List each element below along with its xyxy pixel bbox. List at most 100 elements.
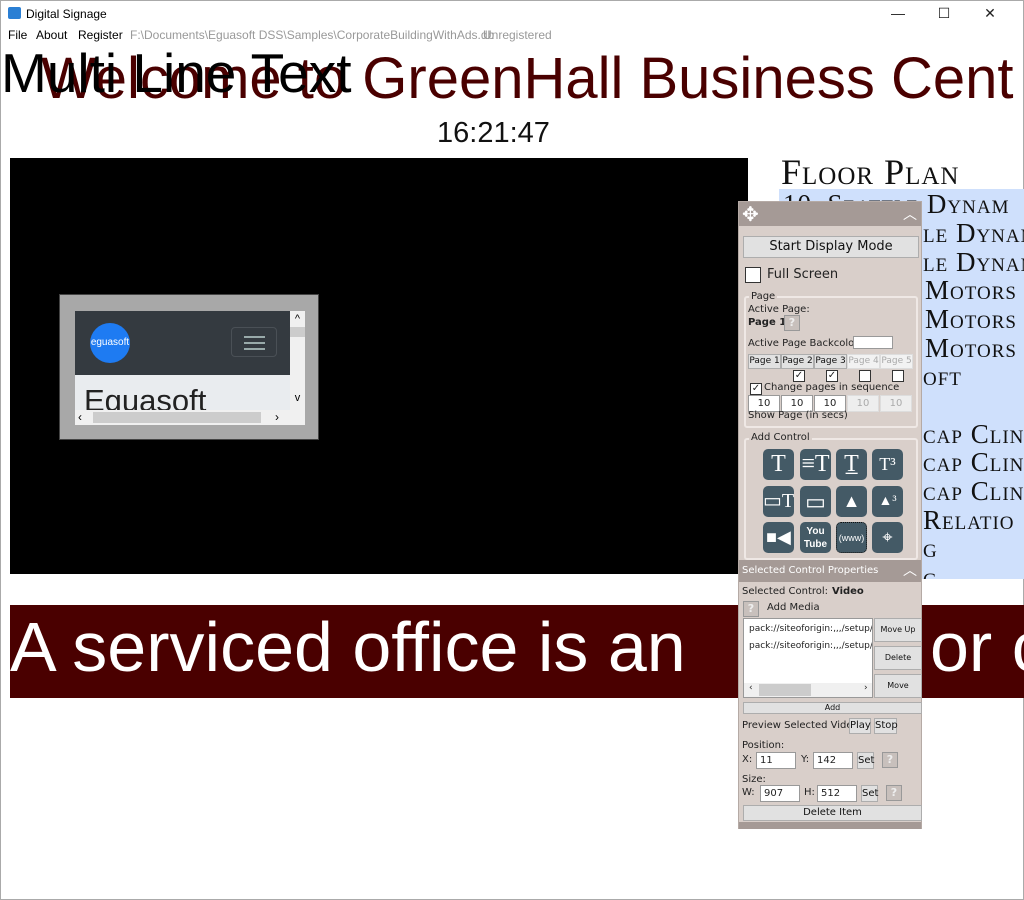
sequence-label: Change pages in sequence bbox=[764, 382, 900, 393]
delete-media-button[interactable]: Delete bbox=[874, 646, 922, 670]
y-input[interactable]: 142 bbox=[813, 752, 853, 769]
youtube-icon[interactable]: You Tube bbox=[800, 522, 831, 553]
properties-header-label: Selected Control Properties bbox=[742, 565, 879, 576]
properties-header[interactable]: Selected Control Properties ︿ bbox=[739, 560, 921, 582]
ticker-text: A serviced office is an bbox=[10, 608, 686, 686]
set-position-button[interactable]: Set bbox=[857, 752, 874, 769]
move-up-button[interactable]: Move Up bbox=[874, 618, 922, 642]
active-page-label: Active Page: bbox=[748, 304, 810, 315]
web-browser-control[interactable]: eguasoft Eguasoft ^ v ‹ › bbox=[59, 294, 319, 440]
horizontal-scrollbar[interactable]: ‹ › bbox=[75, 410, 290, 425]
h-label: H: bbox=[804, 787, 815, 798]
site-logo[interactable]: eguasoft bbox=[90, 323, 130, 363]
delete-item-button[interactable]: Delete Item bbox=[743, 805, 922, 821]
width-input[interactable]: 907 bbox=[760, 785, 800, 802]
help-icon[interactable]: ? bbox=[886, 785, 902, 801]
page-5-checkbox[interactable] bbox=[892, 370, 904, 382]
list-item: cap Clin bbox=[923, 476, 1024, 506]
collapse-icon[interactable]: ︿ bbox=[903, 560, 917, 582]
rectangle-icon[interactable]: ▭ bbox=[800, 486, 831, 517]
selected-control-value: Video bbox=[832, 586, 864, 597]
full-screen-label: Full Screen bbox=[767, 267, 839, 282]
clock[interactable]: 16:21:47 bbox=[437, 117, 550, 150]
media-list-scrollbar[interactable]: ‹ › bbox=[744, 683, 872, 697]
page-3-button[interactable]: Page 3 bbox=[814, 354, 847, 369]
preview-label: Preview Selected Video: bbox=[742, 720, 863, 731]
help-icon[interactable]: ? bbox=[882, 752, 898, 768]
scrolling-text-icon[interactable]: ≡T bbox=[800, 449, 831, 480]
map-icon[interactable]: ⌖ bbox=[872, 522, 903, 553]
active-page-value: Page 1 bbox=[748, 317, 787, 328]
page-2-checkbox[interactable]: ✓ bbox=[793, 370, 805, 382]
floor-plan-title[interactable]: Floor Plan bbox=[781, 151, 959, 193]
height-input[interactable]: 512 bbox=[817, 785, 857, 802]
page-4-secs[interactable]: 10 bbox=[847, 395, 879, 412]
x-input[interactable]: 11 bbox=[756, 752, 796, 769]
image-sequence-icon[interactable]: ▲³ bbox=[872, 486, 903, 517]
multi-line-text[interactable]: Multi Line Text bbox=[1, 41, 352, 105]
text-sequence-icon[interactable]: T³ bbox=[872, 449, 903, 480]
panel-header[interactable]: ✥ ︿ bbox=[739, 202, 921, 226]
help-icon[interactable]: ? bbox=[743, 601, 759, 617]
page-4-checkbox[interactable] bbox=[859, 370, 871, 382]
list-item: Motors bbox=[925, 275, 1017, 305]
menu-about[interactable]: About bbox=[36, 28, 67, 42]
position-label: Position: bbox=[742, 740, 785, 751]
list-item: cap Clin bbox=[923, 447, 1024, 477]
file-path: F:\Documents\Eguasoft DSS\Samples\Corpor… bbox=[130, 28, 495, 42]
start-display-mode-button[interactable]: Start Display Mode bbox=[743, 236, 919, 258]
browser-viewport[interactable]: eguasoft Eguasoft ^ v ‹ › bbox=[75, 311, 305, 425]
text-icon[interactable]: T bbox=[763, 449, 794, 480]
sequence-checkbox[interactable]: ✓ bbox=[750, 383, 762, 395]
site-navbar: eguasoft bbox=[75, 311, 290, 375]
page-2-button[interactable]: Page 2 bbox=[781, 354, 814, 369]
list-item: g bbox=[923, 533, 938, 563]
close-button[interactable]: ✕ bbox=[967, 1, 1013, 25]
control-panel[interactable]: ✥ ︿ Start Display Mode Full Screen Page … bbox=[738, 201, 922, 829]
ticker-text-continued: or c bbox=[930, 608, 1024, 686]
registration-status: Unregistered bbox=[483, 28, 552, 42]
size-label: Size: bbox=[742, 774, 766, 785]
menu-file[interactable]: File bbox=[8, 28, 27, 42]
page-5-button[interactable]: Page 5 bbox=[880, 354, 913, 369]
set-size-button[interactable]: Set bbox=[861, 785, 878, 802]
play-button[interactable]: Play bbox=[849, 718, 871, 734]
page-5-secs[interactable]: 10 bbox=[880, 395, 912, 412]
list-item: Motors bbox=[925, 304, 1017, 334]
hamburger-menu-icon[interactable] bbox=[231, 327, 277, 357]
media-item[interactable]: pack://siteoforigin:,,,/setup/in bbox=[749, 624, 872, 634]
list-item: le Dynam bbox=[923, 247, 1024, 277]
maximize-button[interactable]: ☐ bbox=[921, 1, 967, 25]
window-title: Digital Signage bbox=[26, 7, 107, 21]
minimize-button[interactable]: — bbox=[875, 1, 921, 25]
vertical-scrollbar[interactable]: ^ v bbox=[290, 311, 305, 425]
menu-register[interactable]: Register bbox=[78, 28, 123, 42]
add-media-label: Add Media bbox=[767, 602, 820, 613]
collapse-icon[interactable]: ︿ bbox=[903, 204, 917, 224]
full-screen-checkbox[interactable] bbox=[745, 267, 761, 283]
list-item: Motors bbox=[925, 333, 1017, 363]
media-list[interactable]: pack://siteoforigin:,,,/setup/in pack://… bbox=[743, 618, 873, 698]
input-text-icon[interactable]: ▭T bbox=[763, 486, 794, 517]
backcolor-label: Active Page Backcolor: bbox=[748, 338, 862, 349]
list-item: le Dynam bbox=[923, 218, 1024, 248]
stretched-text-icon[interactable]: T̲ bbox=[836, 449, 867, 480]
add-media-button[interactable]: Add bbox=[743, 702, 922, 714]
title-bar: Digital Signage — ☐ ✕ bbox=[1, 1, 1024, 25]
move-icon[interactable]: ✥ bbox=[742, 202, 759, 226]
page-1-button[interactable]: Page 1 bbox=[748, 354, 781, 369]
page-group-label: Page bbox=[749, 291, 778, 302]
show-page-label: Show Page (in secs) bbox=[748, 410, 848, 421]
list-item: Relatio bbox=[923, 505, 1015, 535]
move-down-button[interactable]: Move Down bbox=[874, 674, 922, 712]
video-icon[interactable]: ■◀ bbox=[763, 522, 794, 553]
backcolor-swatch[interactable] bbox=[853, 336, 893, 349]
www-icon[interactable]: (www) bbox=[836, 522, 867, 553]
image-icon[interactable]: ▲ bbox=[836, 486, 867, 517]
stop-button[interactable]: Stop bbox=[874, 718, 898, 734]
page-4-button[interactable]: Page 4 bbox=[847, 354, 880, 369]
help-icon[interactable]: ? bbox=[784, 315, 800, 331]
page-3-checkbox[interactable]: ✓ bbox=[826, 370, 838, 382]
media-item[interactable]: pack://siteoforigin:,,,/setup/in bbox=[749, 641, 872, 651]
selected-control-label: Selected Control: bbox=[742, 586, 829, 597]
